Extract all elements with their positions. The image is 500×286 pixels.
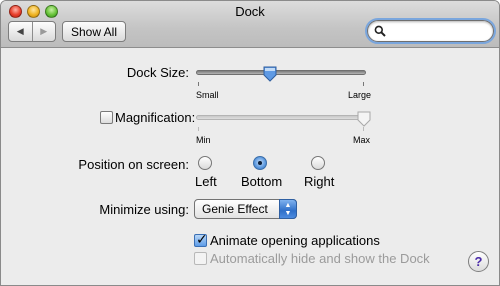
show-all-button[interactable]: Show All (62, 21, 126, 42)
search-input[interactable] (388, 23, 488, 39)
magnifier-icon (374, 25, 386, 37)
dock-size-max-label: Large (348, 90, 372, 100)
position-left-radio[interactable] (198, 156, 212, 170)
updown-arrows-icon: ▲ ▼ (279, 199, 297, 219)
magnification-tick-max (363, 127, 364, 131)
dock-preferences-window: Dock ◀ ▶ Show All Dock Size: Small Large… (0, 0, 500, 286)
position-bottom-label: Bottom (241, 174, 283, 189)
minimize-label: Minimize using: (99, 202, 189, 217)
dock-size-slider-track[interactable] (196, 70, 366, 75)
dock-size-slider-thumb[interactable] (263, 66, 277, 82)
magnification-max-label: Max (353, 135, 371, 145)
window-title: Dock (235, 4, 265, 19)
position-right-label: Right (304, 174, 335, 189)
back-forward-control: ◀ ▶ (8, 21, 56, 42)
radio-selected-dot (258, 161, 262, 165)
checkmark-icon: ✓ (196, 231, 208, 247)
position-label: Position on screen: (78, 157, 189, 172)
dock-size-min-label: Small (196, 90, 219, 100)
minimize-effect-popup[interactable]: Genie Effect ▲ ▼ (194, 199, 297, 219)
position-right-radio[interactable] (311, 156, 325, 170)
magnification-label: Magnification: (115, 110, 196, 125)
magnification-slider-thumb[interactable] (357, 111, 371, 127)
position-left-label: Left (195, 174, 217, 189)
help-button[interactable]: ? (468, 251, 489, 272)
minimize-effect-value: Genie Effect (202, 202, 268, 216)
autohide-label: Automatically hide and show the Dock (210, 251, 430, 266)
preferences-content: Dock Size: Small Large Magnification: Mi… (1, 49, 499, 285)
magnification-min-label: Min (196, 135, 211, 145)
dock-size-tick-max (363, 82, 364, 86)
position-bottom-radio[interactable] (253, 156, 267, 170)
animate-label: Animate opening applications (210, 233, 380, 248)
magnification-tick-min (198, 127, 199, 131)
forward-arrow-icon[interactable]: ▶ (33, 22, 56, 41)
search-field[interactable] (365, 18, 496, 44)
dock-size-label: Dock Size: (126, 65, 189, 80)
autohide-checkbox[interactable] (194, 252, 207, 265)
magnification-slider-track[interactable] (196, 115, 366, 120)
titlebar: Dock ◀ ▶ Show All (1, 1, 499, 48)
dock-size-tick-min (198, 82, 199, 86)
animate-checkbox[interactable]: ✓ (194, 231, 208, 247)
back-arrow-icon[interactable]: ◀ (9, 22, 33, 41)
magnification-checkbox[interactable] (100, 111, 113, 124)
